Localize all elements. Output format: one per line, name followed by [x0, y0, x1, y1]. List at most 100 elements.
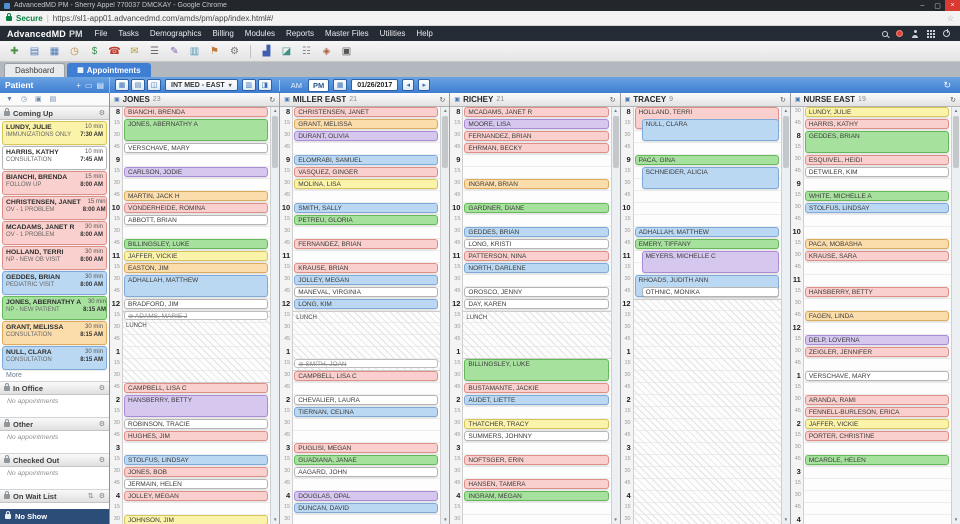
appointment[interactable]: GEDDES, BRIAN — [464, 227, 608, 237]
phone-messages-icon[interactable]: ☎ — [106, 43, 123, 59]
appointments-area[interactable]: HOLLAND, TERRINULL, CLARAPACA, GINASCHNE… — [634, 107, 781, 524]
menu-item-master-files[interactable]: Master Files — [325, 29, 369, 38]
appointment[interactable]: JOLLEY, MEGAN — [124, 491, 268, 501]
monitor-icon[interactable]: ▣ — [35, 95, 42, 103]
section-header-in-office[interactable]: In Office⚙ — [0, 381, 109, 395]
appointment[interactable]: NULL, CLARA — [642, 119, 779, 141]
appointment[interactable]: GUADIANA, JANAE — [294, 455, 438, 465]
scroll-down-icon[interactable]: ▼ — [271, 518, 279, 523]
scroll-down-icon[interactable]: ▼ — [782, 518, 790, 523]
appointments-area[interactable]: LUNCHBIANCHI, BRENDAJONES, ABERNATHY AVE… — [123, 107, 270, 524]
scroll-thumb[interactable] — [272, 116, 278, 168]
appointment[interactable]: HARRIS, KATHY — [805, 119, 949, 129]
appointment[interactable]: NOFTSGER, ERIN — [464, 455, 608, 465]
column-refresh-icon[interactable]: ↻ — [440, 96, 446, 104]
appointment[interactable]: MCARDLE, HELEN — [805, 455, 949, 465]
appointment[interactable]: JAFFER, VICKIE — [805, 419, 949, 429]
flags-icon[interactable]: ⚑ — [206, 43, 223, 59]
appointment[interactable]: CAMPBELL, LISA C — [294, 371, 438, 381]
appointment[interactable]: THATCHER, TRACY — [464, 419, 608, 429]
appointment[interactable]: VASQUEZ, GINGER — [294, 167, 438, 177]
gear-icon[interactable]: ⚙ — [99, 109, 105, 117]
appointment[interactable]: AAGARD, JOHN — [294, 467, 438, 477]
appointment[interactable]: KRAUSE, BRIAN — [294, 263, 438, 273]
appointment[interactable]: TIERNAN, CELINA — [294, 407, 438, 417]
appointment[interactable]: MEYERS, MICHELLE C — [642, 251, 779, 273]
appointment[interactable]: BIANCHI, BRENDA — [124, 107, 268, 117]
patient-list-item[interactable]: HARRIS, KATHYCONSULTATION10 min7:45 AM — [2, 146, 107, 170]
appointment[interactable]: CAMPBELL, LISA C — [124, 383, 268, 393]
appointment[interactable]: EMERY, TIFFANY — [635, 239, 779, 249]
maximize-button[interactable]: ▢ — [930, 0, 945, 11]
secure-messages-icon[interactable]: ✉ — [126, 43, 143, 59]
more-link[interactable]: More — [0, 370, 109, 381]
appointment[interactable]: DAY, KAREN — [464, 299, 608, 309]
appointment[interactable]: STOLFUS, LINDSAY — [124, 455, 268, 465]
search-icon[interactable] — [882, 31, 888, 37]
appointment[interactable]: STOLFUS, LINDSAY — [805, 203, 949, 213]
appointment[interactable]: FERNANDEZ, BRIAN — [464, 131, 608, 141]
appointment[interactable]: SUMMERS, JOHNNY — [464, 431, 608, 441]
appointment[interactable]: JOLLEY, MEGAN — [294, 275, 438, 285]
charges-icon[interactable]: $ — [86, 43, 103, 59]
appointment[interactable]: HANSBERRY, BETTY — [805, 287, 949, 297]
appointment[interactable]: PACA, GINA — [635, 155, 779, 165]
appointment[interactable]: CHRISTENSEN, JANET — [294, 107, 438, 117]
notes-icon[interactable]: ✎ — [166, 43, 183, 59]
workstation-icon[interactable]: ▣ — [338, 43, 355, 59]
appointment[interactable]: JERMAIN, HELEN — [124, 479, 268, 489]
appointment[interactable]: ESQUIVEL, HEIDI — [805, 155, 949, 165]
appointment[interactable]: PACA, MOBASHA — [805, 239, 949, 249]
appointment[interactable]: VERSCHAVE, MARY — [805, 371, 949, 381]
appointment[interactable]: ⊘ ADAMS, MARIE J — [124, 311, 268, 320]
prev-day-button[interactable]: ◂ — [402, 79, 414, 91]
appointment[interactable]: LUNDY, JULIE — [805, 107, 949, 117]
settings-icon[interactable]: ⚙ — [226, 43, 243, 59]
column-view-button[interactable]: ▥ — [242, 79, 256, 91]
print-icon[interactable]: ▤ — [96, 81, 104, 90]
appointment[interactable]: ARANDA, RAMI — [805, 395, 949, 405]
calendar-icon[interactable]: ▦ — [333, 79, 347, 91]
multi-view-button[interactable]: ◫ — [147, 79, 161, 91]
patient-list-item[interactable]: BIANCHI, BRENDAFOLLOW UP15 min8:00 AM — [2, 171, 107, 195]
menu-item-file[interactable]: File — [95, 29, 108, 38]
pm-toggle[interactable]: PM — [308, 79, 329, 92]
power-icon[interactable] — [943, 30, 950, 37]
appointment[interactable]: MARTIN, JACK H — [124, 191, 268, 201]
tab-appointments[interactable]: ▦Appointments — [67, 63, 150, 77]
scheduler-icon[interactable]: ▦ — [46, 43, 63, 59]
appointment[interactable]: OTHNIC, MONIKA — [642, 287, 779, 297]
clock-icon[interactable]: ◷ — [21, 95, 27, 103]
menu-item-demographics[interactable]: Demographics — [150, 29, 202, 38]
menu-item-tasks[interactable]: Tasks — [118, 29, 138, 38]
appointment[interactable]: GARDNER, DIANE — [464, 203, 608, 213]
column-refresh-icon[interactable]: ↻ — [610, 96, 616, 104]
gear-icon[interactable]: ⚙ — [99, 384, 105, 392]
appointment[interactable]: LONG, KRISTI — [464, 239, 608, 249]
appointment[interactable]: GRANT, MELISSA — [294, 119, 438, 129]
appointment[interactable]: MANEVAL, VIRGINIA — [294, 287, 438, 297]
appointment[interactable]: PORTER, CHRISTINE — [805, 431, 949, 441]
column-header[interactable]: ▣NURSE EAST19↻ — [791, 93, 960, 107]
column-refresh-icon[interactable]: ↻ — [269, 96, 275, 104]
appointment[interactable]: ADHALLAH, MATTHEW — [635, 227, 779, 237]
gear-icon[interactable]: ⚙ — [99, 456, 105, 464]
claims-icon[interactable]: ☷ — [298, 43, 315, 59]
patient-list-item[interactable]: GRANT, MELISSACONSULTATION30 min8:15 AM — [2, 321, 107, 345]
documents-icon[interactable]: ▥ — [186, 43, 203, 59]
scroll-up-icon[interactable]: ▲ — [441, 109, 449, 114]
column-refresh-icon[interactable]: ↻ — [780, 96, 786, 104]
menu-item-help[interactable]: Help — [416, 29, 432, 38]
appointment[interactable]: JONES, ABERNATHY A — [124, 119, 268, 141]
menu-item-reports[interactable]: Reports — [286, 29, 314, 38]
appointment[interactable]: DUNCAN, DAVID — [294, 503, 438, 513]
print-icon[interactable]: ▤ — [50, 95, 57, 103]
scroll-thumb[interactable] — [613, 116, 619, 168]
appointment[interactable]: EHRMAN, BECKY — [464, 143, 608, 153]
apps-icon[interactable] — [927, 30, 929, 32]
appointments-area[interactable]: LUNCHCHRISTENSEN, JANETGRANT, MELISSADUR… — [293, 107, 440, 524]
appointment[interactable]: JONES, BOB — [124, 467, 268, 477]
appointment[interactable]: BILLINGSLEY, LUKE — [464, 359, 608, 381]
menu-item-modules[interactable]: Modules — [245, 29, 275, 38]
appointment[interactable]: EASTON, JIM — [124, 263, 268, 273]
